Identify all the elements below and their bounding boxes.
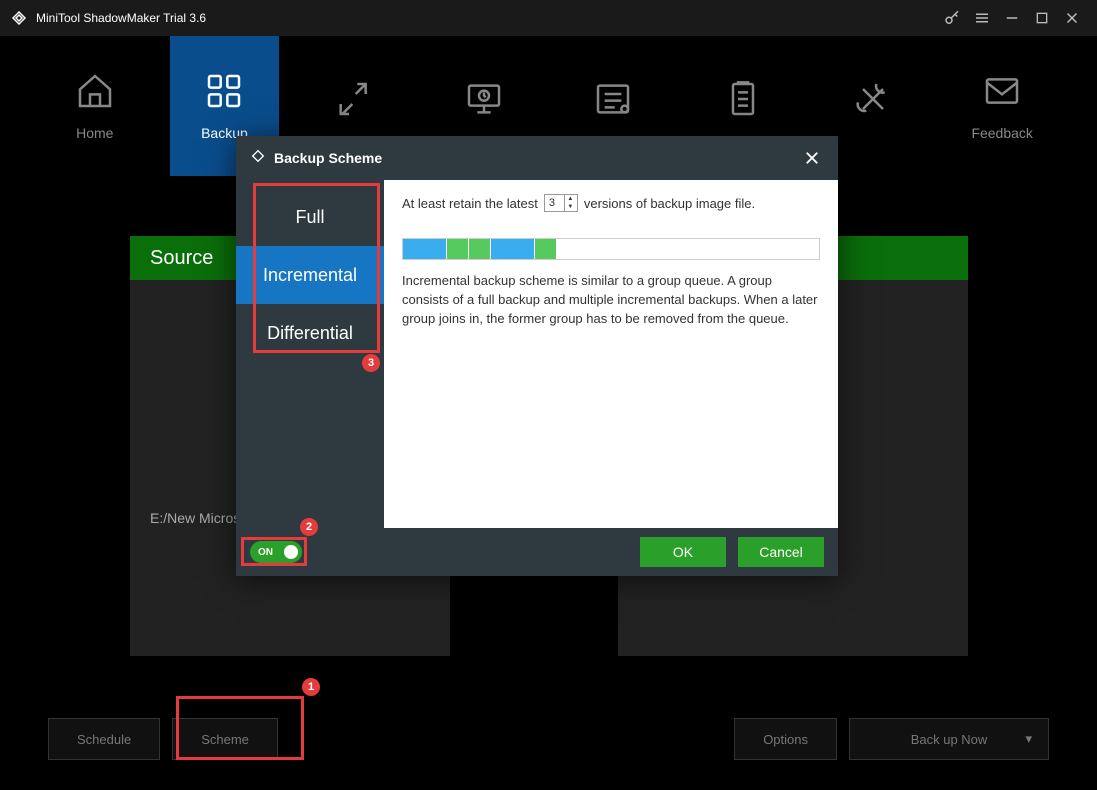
manage-icon: [593, 79, 633, 119]
callout-badge-2: 2: [300, 518, 318, 536]
spinner-up-icon[interactable]: ▲: [565, 195, 576, 203]
backup-icon: [204, 71, 244, 111]
incremental-block: [469, 239, 491, 259]
scheme-visual-bar: [402, 238, 820, 260]
retain-row: At least retain the latest 3 ▲ ▼ version…: [402, 194, 820, 212]
cancel-button[interactable]: Cancel: [738, 537, 824, 567]
scheme-option-incremental[interactable]: Incremental: [236, 246, 384, 304]
nav-label: Feedback: [971, 125, 1032, 141]
tools-icon: [853, 79, 893, 119]
sync-icon: [334, 79, 374, 119]
menu-icon[interactable]: [967, 3, 997, 33]
backup-now-button[interactable]: Back up Now ▾: [849, 718, 1049, 760]
nav-feedback[interactable]: Feedback: [947, 36, 1057, 176]
full-block: [403, 239, 447, 259]
home-icon: [75, 71, 115, 111]
scheme-list: Full Incremental Differential: [236, 180, 384, 528]
retain-prefix: At least retain the latest: [402, 196, 538, 211]
scheme-description: Incremental backup scheme is similar to …: [402, 272, 820, 329]
bottom-bar: Schedule Scheme Options Back up Now ▾: [0, 718, 1097, 760]
options-button[interactable]: Options: [734, 718, 837, 760]
nav-label: Home: [76, 125, 113, 141]
close-icon[interactable]: [1057, 3, 1087, 33]
backup-now-label: Back up Now: [911, 732, 988, 747]
maximize-icon[interactable]: [1027, 3, 1057, 33]
dialog-logo-icon: [250, 148, 266, 169]
callout-badge-3: 3: [362, 354, 380, 372]
full-block: [491, 239, 535, 259]
callout-badge-1: 1: [302, 678, 320, 696]
nav-home[interactable]: Home: [40, 36, 150, 176]
incremental-block: [447, 239, 469, 259]
key-icon[interactable]: [937, 3, 967, 33]
feedback-icon: [982, 71, 1022, 111]
incremental-block: [535, 239, 557, 259]
scheme-details-pane: At least retain the latest 3 ▲ ▼ version…: [384, 180, 838, 528]
chevron-down-icon: ▾: [1025, 731, 1032, 747]
scheme-option-full[interactable]: Full: [236, 188, 384, 246]
spinner-down-icon[interactable]: ▼: [565, 203, 576, 211]
app-logo-icon: [10, 9, 28, 27]
logs-icon: [723, 79, 763, 119]
retain-suffix: versions of backup image file.: [584, 196, 755, 211]
app-title: MiniTool ShadowMaker Trial 3.6: [36, 11, 206, 25]
ok-button[interactable]: OK: [640, 537, 726, 567]
scheme-button[interactable]: Scheme: [172, 718, 278, 760]
retain-value: 3: [549, 197, 555, 209]
scheme-enable-toggle[interactable]: ON: [250, 541, 302, 563]
minimize-icon[interactable]: [997, 3, 1027, 33]
dialog-close-button[interactable]: [800, 146, 824, 170]
dialog-header: Backup Scheme: [236, 136, 838, 180]
dialog-footer: ON OK Cancel: [236, 528, 838, 576]
schedule-button[interactable]: Schedule: [48, 718, 160, 760]
retain-spinner[interactable]: 3 ▲ ▼: [544, 194, 578, 212]
backup-scheme-dialog: Backup Scheme Full Incremental Different…: [236, 136, 838, 576]
restore-icon: [464, 79, 504, 119]
spinner-arrows[interactable]: ▲ ▼: [564, 195, 576, 211]
toggle-label: ON: [258, 547, 273, 558]
scheme-option-differential[interactable]: Differential: [236, 304, 384, 362]
dialog-title: Backup Scheme: [274, 150, 382, 166]
toggle-knob: [284, 545, 298, 559]
source-path: E:/New Micros: [150, 510, 240, 526]
title-bar: MiniTool ShadowMaker Trial 3.6: [0, 0, 1097, 36]
